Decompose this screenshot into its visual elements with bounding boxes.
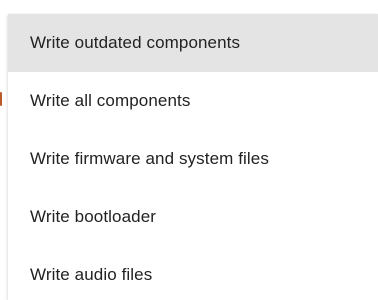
menu-item-write-audio-files[interactable]: Write audio files: [8, 246, 378, 300]
menu-item-label: Write firmware and system files: [30, 149, 269, 168]
menu-item-write-all-components[interactable]: Write all components: [8, 72, 378, 130]
screen: Write outdated components Write all comp…: [0, 0, 378, 300]
menu-item-label: Write all components: [30, 91, 191, 110]
menu-item-write-bootloader[interactable]: Write bootloader: [8, 188, 378, 246]
background-accent-mark: [0, 92, 2, 106]
menu-item-write-firmware-and-system-files[interactable]: Write firmware and system files: [8, 130, 378, 188]
menu-item-label: Write outdated components: [30, 33, 241, 52]
menu-item-label: Write bootloader: [30, 207, 157, 226]
menu-item-write-outdated-components[interactable]: Write outdated components: [8, 14, 378, 72]
menu-item-label: Write audio files: [30, 265, 153, 284]
write-options-menu: Write outdated components Write all comp…: [8, 14, 378, 300]
